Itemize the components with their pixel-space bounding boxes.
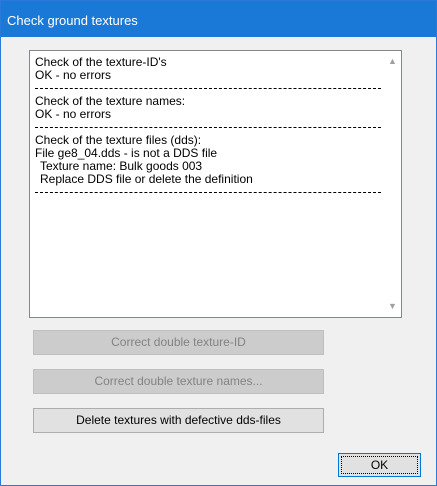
- correct-double-texture-names-button[interactable]: Correct double texture names...: [33, 369, 324, 394]
- ok-button[interactable]: OK: [338, 453, 421, 477]
- correct-double-texture-id-button[interactable]: Correct double texture-ID: [33, 330, 324, 355]
- report-line: Check of the texture-ID's: [35, 56, 167, 69]
- delete-defective-textures-button[interactable]: Delete textures with defective dds-files: [33, 408, 324, 433]
- report-line: Check of the texture names:: [35, 95, 186, 108]
- report-line: Check of the texture files (dds):: [35, 134, 202, 147]
- report-line: Texture name: Bulk goods 003: [40, 160, 203, 173]
- ok-button-label: OK: [370, 458, 389, 472]
- report-line: Replace DDS file or delete the definitio…: [40, 173, 253, 186]
- chevron-up-icon[interactable]: ▲: [384, 53, 401, 70]
- chevron-down-icon[interactable]: ▼: [384, 298, 401, 315]
- dialog-window: Check ground textures Check of the textu…: [0, 0, 437, 486]
- separator-line: [35, 127, 381, 128]
- report-line: File ge8_04.dds - is not a DDS file: [35, 147, 218, 160]
- report-line: OK - no errors: [35, 69, 112, 82]
- vertical-scrollbar[interactable]: ▲ ▼: [384, 51, 401, 317]
- separator-line: [35, 88, 381, 89]
- report-textbox[interactable]: Check of the texture-ID's OK - no errors…: [29, 50, 402, 318]
- title-bar[interactable]: Check ground textures: [1, 1, 436, 37]
- report-line: OK - no errors: [35, 108, 112, 121]
- separator-line: [35, 192, 381, 193]
- window-title: Check ground textures: [7, 13, 138, 28]
- report-content: Check of the texture-ID's OK - no errors…: [30, 51, 383, 317]
